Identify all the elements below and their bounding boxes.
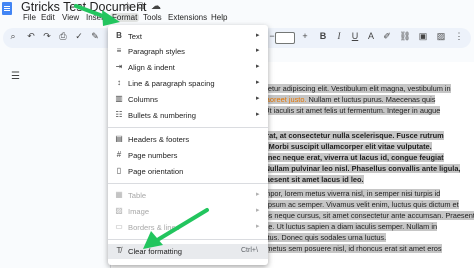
image-icon[interactable]: ▨ bbox=[435, 31, 447, 42]
submenu-arrow-icon: ▸ bbox=[256, 223, 260, 230]
format-menu: B Text ▸ ≡ Paragraph styles ▸ ⇥ Align & … bbox=[108, 25, 268, 265]
menu-item-label: Text bbox=[128, 32, 142, 41]
increase-font-icon[interactable]: + bbox=[299, 31, 311, 41]
cloud-status-icon[interactable]: ☁ bbox=[151, 1, 161, 12]
redo-icon[interactable]: ↷ bbox=[41, 31, 53, 42]
bullets-icon: ☷ bbox=[115, 110, 123, 119]
clear-formatting-icon: T̸ bbox=[116, 246, 122, 255]
menu-format[interactable]: Format bbox=[110, 13, 140, 22]
page-orientation-icon: ▯ bbox=[116, 166, 122, 175]
menu-help[interactable]: Help bbox=[209, 13, 229, 22]
columns-icon: ▥ bbox=[115, 94, 123, 103]
submenu-arrow-icon: ▸ bbox=[256, 63, 260, 70]
submenu-arrow-icon: ▸ bbox=[256, 207, 260, 214]
paragraph-styles-icon: ≡ bbox=[116, 46, 122, 55]
menu-bar: File Edit View Insert Format Tools Exten… bbox=[0, 13, 300, 25]
menu-item-label: Page orientation bbox=[128, 167, 184, 176]
menu-tools[interactable]: Tools bbox=[141, 13, 164, 22]
submenu-arrow-icon: ▸ bbox=[256, 111, 260, 118]
spellcheck-icon[interactable]: ✓ bbox=[73, 31, 85, 42]
search-icon[interactable]: ⌕ bbox=[7, 31, 19, 42]
menu-divider bbox=[108, 239, 268, 240]
submenu-arrow-icon: ▸ bbox=[256, 95, 260, 102]
headers-footers-icon: ▤ bbox=[115, 134, 123, 143]
doc-line: m. Morbi suscipit ullamcorper elit vitae… bbox=[258, 142, 432, 151]
align-indent-icon: ⇥ bbox=[115, 62, 123, 71]
menu-item-columns[interactable]: ▥ Columns ▸ bbox=[108, 92, 268, 107]
submenu-arrow-icon: ▸ bbox=[256, 191, 260, 198]
menu-item-label: Paragraph styles bbox=[128, 47, 185, 56]
submenu-arrow-icon: ▸ bbox=[256, 79, 260, 86]
menu-insert[interactable]: Insert bbox=[84, 13, 108, 22]
menu-item-label: Headers & footers bbox=[128, 135, 190, 144]
menu-item-label: Clear formatting bbox=[128, 247, 183, 256]
menu-item-image: ▨ Image ▸ bbox=[108, 204, 268, 219]
doc-line: cerat, at consectetur nulla scelerisque.… bbox=[258, 131, 444, 140]
menu-divider bbox=[108, 183, 268, 184]
line-spacing-icon: ↕ bbox=[117, 78, 121, 87]
link-icon[interactable]: ⛓ bbox=[399, 31, 411, 42]
move-to-folder-icon[interactable]: ⧉ bbox=[137, 1, 144, 12]
image-icon: ▨ bbox=[115, 206, 123, 215]
text-color-icon[interactable]: A bbox=[365, 31, 377, 41]
submenu-arrow-icon: ▸ bbox=[256, 47, 260, 54]
menu-item-page-numbers[interactable]: # Page numbers bbox=[108, 148, 268, 163]
menu-item-borders-lines: ▭ Borders & lines ▸ bbox=[108, 220, 268, 235]
doc-line: n, metus sem posuere nisl, id rhoncus er… bbox=[258, 244, 442, 253]
comment-icon[interactable]: ▣ bbox=[417, 31, 429, 42]
title-bar: Gtricks Test Document ☆ ⧉ ☁ bbox=[0, 0, 474, 15]
submenu-arrow-icon: ▸ bbox=[256, 32, 260, 39]
doc-line: n laoreet justo. Nullam et luctus purus.… bbox=[258, 95, 436, 104]
borders-lines-icon: ▭ bbox=[115, 222, 123, 231]
menu-item-line-spacing[interactable]: ↕ Line & paragraph spacing ▸ bbox=[108, 76, 268, 91]
menu-item-shortcut: Ctrl+\ bbox=[241, 247, 258, 254]
menu-file[interactable]: File bbox=[21, 13, 38, 22]
menu-item-label: Line & paragraph spacing bbox=[128, 79, 215, 88]
menu-item-clear-formatting[interactable]: T̸ Clear formatting Ctrl+\ bbox=[108, 244, 268, 259]
star-icon[interactable]: ☆ bbox=[123, 1, 132, 12]
menu-item-label: Align & indent bbox=[128, 63, 175, 72]
menu-item-label: Page numbers bbox=[128, 151, 178, 160]
highlight-icon[interactable]: ✐ bbox=[381, 31, 393, 42]
menu-item-align-indent[interactable]: ⇥ Align & indent ▸ bbox=[108, 60, 268, 75]
doc-line: t. Nullam pulvinar leo nisl. Phasellus c… bbox=[258, 164, 461, 173]
doc-line: Donec neque erat, viverra ut lacus id, c… bbox=[258, 153, 444, 162]
undo-icon[interactable]: ↶ bbox=[25, 31, 37, 42]
menu-divider bbox=[108, 127, 268, 128]
doc-line: Praesent sit amet lacus id leo. bbox=[258, 175, 364, 184]
menu-item-paragraph-styles[interactable]: ≡ Paragraph styles ▸ bbox=[108, 44, 268, 59]
menu-item-label: Image bbox=[128, 207, 150, 216]
doc-line-rest: Nullam et luctus purus. Maecenas quis bbox=[306, 95, 436, 104]
menu-view[interactable]: View bbox=[60, 13, 81, 22]
bold-icon[interactable]: B bbox=[317, 31, 329, 41]
doc-line: ectetur adipiscing elit. Vestibulum elit… bbox=[258, 84, 451, 93]
paint-format-icon[interactable]: ✎ bbox=[89, 31, 101, 42]
menu-item-label: Columns bbox=[128, 95, 158, 104]
print-icon[interactable]: ⎙ bbox=[57, 31, 69, 42]
text-bold-icon: B bbox=[116, 31, 122, 40]
more-options-icon[interactable]: ⋮ bbox=[453, 31, 465, 42]
doc-line: eros neque cursus, sit amet consectetur … bbox=[258, 211, 474, 220]
menu-item-label: Table bbox=[128, 191, 147, 200]
underline-icon[interactable]: U bbox=[349, 31, 361, 41]
doc-line: tempor, lorem metus viverra nisl, in sem… bbox=[258, 189, 441, 198]
italic-icon[interactable]: I bbox=[333, 31, 345, 41]
doc-line: ante. Ut luctus sapien a diam iaculis se… bbox=[258, 222, 438, 231]
menu-item-table: ▦ Table ▸ bbox=[108, 188, 268, 203]
document-outline-icon[interactable]: ☰ bbox=[11, 71, 20, 82]
page-numbers-icon: # bbox=[116, 150, 122, 159]
menu-item-text[interactable]: B Text ▸ bbox=[108, 29, 268, 44]
menu-item-page-orientation[interactable]: ▯ Page orientation bbox=[108, 164, 268, 179]
doc-line: t. Ut iaculis sit amet felis ut fermentu… bbox=[258, 106, 441, 115]
menu-edit[interactable]: Edit bbox=[39, 13, 57, 22]
table-icon: ▦ bbox=[115, 190, 123, 199]
menu-item-label: Borders & lines bbox=[128, 223, 180, 232]
font-size-input[interactable] bbox=[275, 32, 295, 44]
doc-line: at ipsum ac semper. Vivamus velit enim, … bbox=[258, 200, 459, 209]
menu-item-bullets[interactable]: ☷ Bullets & numbering ▸ bbox=[108, 108, 268, 123]
doc-line: lectus. Donec quis sodales urna luctus. bbox=[258, 233, 387, 242]
menu-item-label: Bullets & numbering bbox=[128, 111, 196, 120]
menu-extensions[interactable]: Extensions bbox=[166, 13, 209, 22]
menu-item-headers-footers[interactable]: ▤ Headers & footers bbox=[108, 132, 268, 147]
